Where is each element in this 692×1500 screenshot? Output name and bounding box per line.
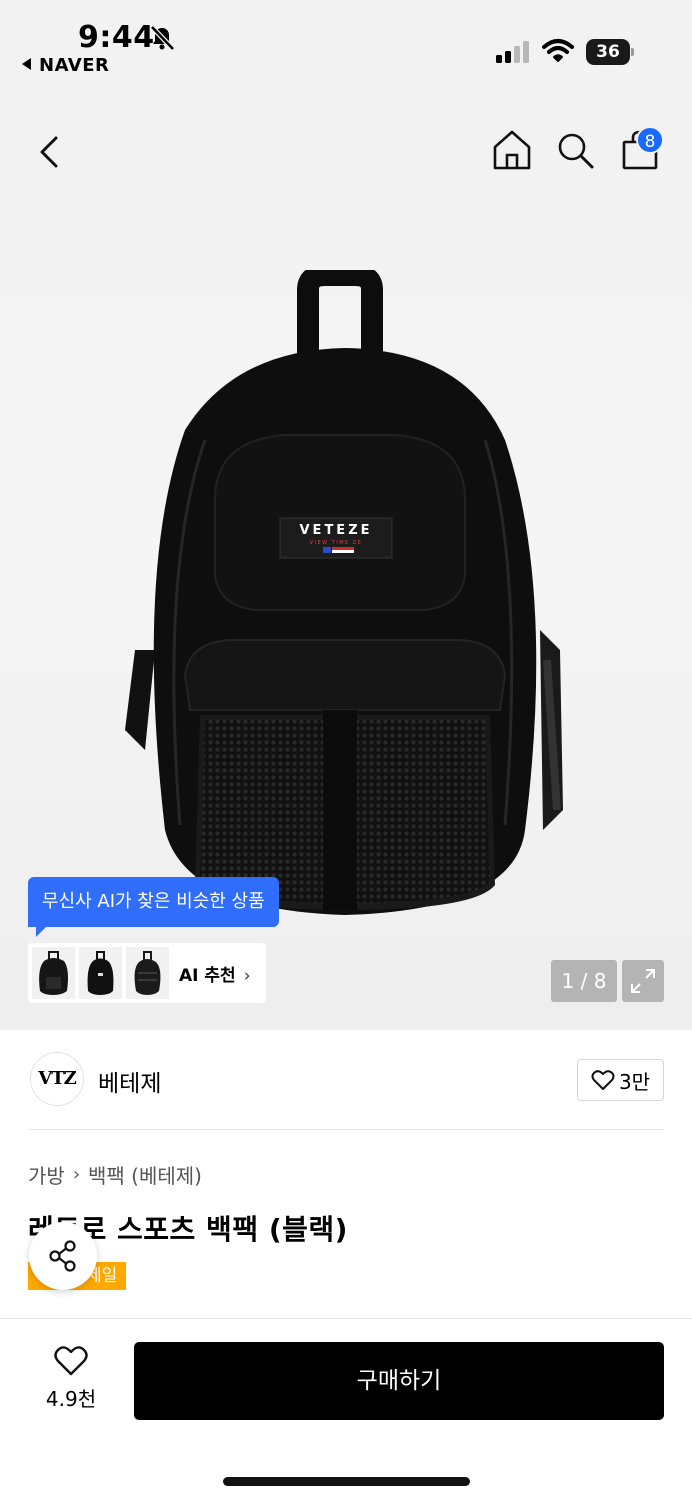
breadcrumb-chevron-icon: ›	[72, 1164, 81, 1185]
ai-recommend-button[interactable]: AI 추천 ›	[28, 943, 266, 1003]
battery-tip	[631, 48, 634, 56]
cellular-signal-icon	[496, 41, 529, 63]
status-bar: 9:44 NAVER 36	[0, 0, 692, 90]
buy-button[interactable]: 구매하기	[134, 1342, 664, 1420]
ai-recommend-label: AI 추천 ›	[179, 961, 251, 986]
brand-like-count: 3만	[618, 1069, 651, 1094]
heart-outline-icon	[591, 1070, 615, 1090]
ai-thumbnail-2[interactable]	[79, 947, 122, 999]
brand-like-button[interactable]: 3만	[577, 1059, 664, 1101]
back-app-label: NAVER	[39, 55, 110, 76]
product-image-backpack: VETEZE VIEW TIME ZE	[125, 270, 563, 915]
backpack-thumbnail-icon	[87, 951, 114, 995]
search-icon[interactable]	[555, 130, 595, 170]
product-logo-subtext: VIEW TIME ZE	[310, 540, 363, 546]
backpack-thumbnail-icon	[134, 951, 161, 995]
breadcrumb-category[interactable]: 가방	[28, 1160, 65, 1189]
product-gallery[interactable]: 8 VETEZE VIEW TIME ZE 무신사 AI가 찾은 비슷한 상품	[0, 90, 692, 1030]
bell-muted-icon	[150, 25, 175, 51]
product-like-count: 4.9천	[45, 1387, 97, 1411]
product-like-button[interactable]: 4.9천	[36, 1345, 106, 1412]
ai-thumbnail-3[interactable]	[126, 947, 169, 999]
expand-icon[interactable]	[622, 960, 664, 1002]
breadcrumb-subcategory[interactable]: 백팩 (베테제)	[88, 1160, 202, 1189]
product-logo-text: VETEZE	[300, 523, 373, 538]
ai-similar-products-tooltip[interactable]: 무신사 AI가 찾은 비슷한 상품	[28, 877, 279, 937]
heart-outline-icon	[54, 1346, 88, 1376]
share-button[interactable]	[29, 1222, 97, 1290]
brand-row[interactable]: VTZ 베테제 3만	[0, 1030, 692, 1130]
status-time: 9:44	[78, 20, 155, 55]
share-icon	[49, 1240, 76, 1272]
brand-logo[interactable]: VTZ	[30, 1052, 84, 1106]
breadcrumb: 가방 › 백팩 (베테제)	[28, 1160, 202, 1189]
image-counter: 1 / 8	[551, 960, 617, 1002]
back-chevron-icon[interactable]	[30, 132, 70, 172]
section-divider	[28, 1129, 664, 1130]
back-triangle-icon	[22, 58, 31, 70]
wifi-icon	[542, 39, 574, 62]
backpack-thumbnail-icon	[39, 951, 68, 995]
ai-thumbnail-1[interactable]	[32, 947, 75, 999]
home-icon[interactable]	[490, 128, 534, 172]
back-to-app-link[interactable]: NAVER	[22, 55, 109, 76]
cart-count-badge: 8	[636, 126, 664, 154]
home-indicator[interactable]	[223, 1477, 470, 1486]
brand-name[interactable]: 베테제	[98, 1064, 161, 1098]
chevron-right-icon: ›	[243, 965, 251, 986]
battery-indicator: 36	[586, 39, 634, 65]
bottom-action-bar: 4.9천 구매하기	[0, 1318, 692, 1500]
ai-recommend-text: AI 추천	[179, 965, 236, 986]
battery-level: 36	[596, 42, 620, 62]
